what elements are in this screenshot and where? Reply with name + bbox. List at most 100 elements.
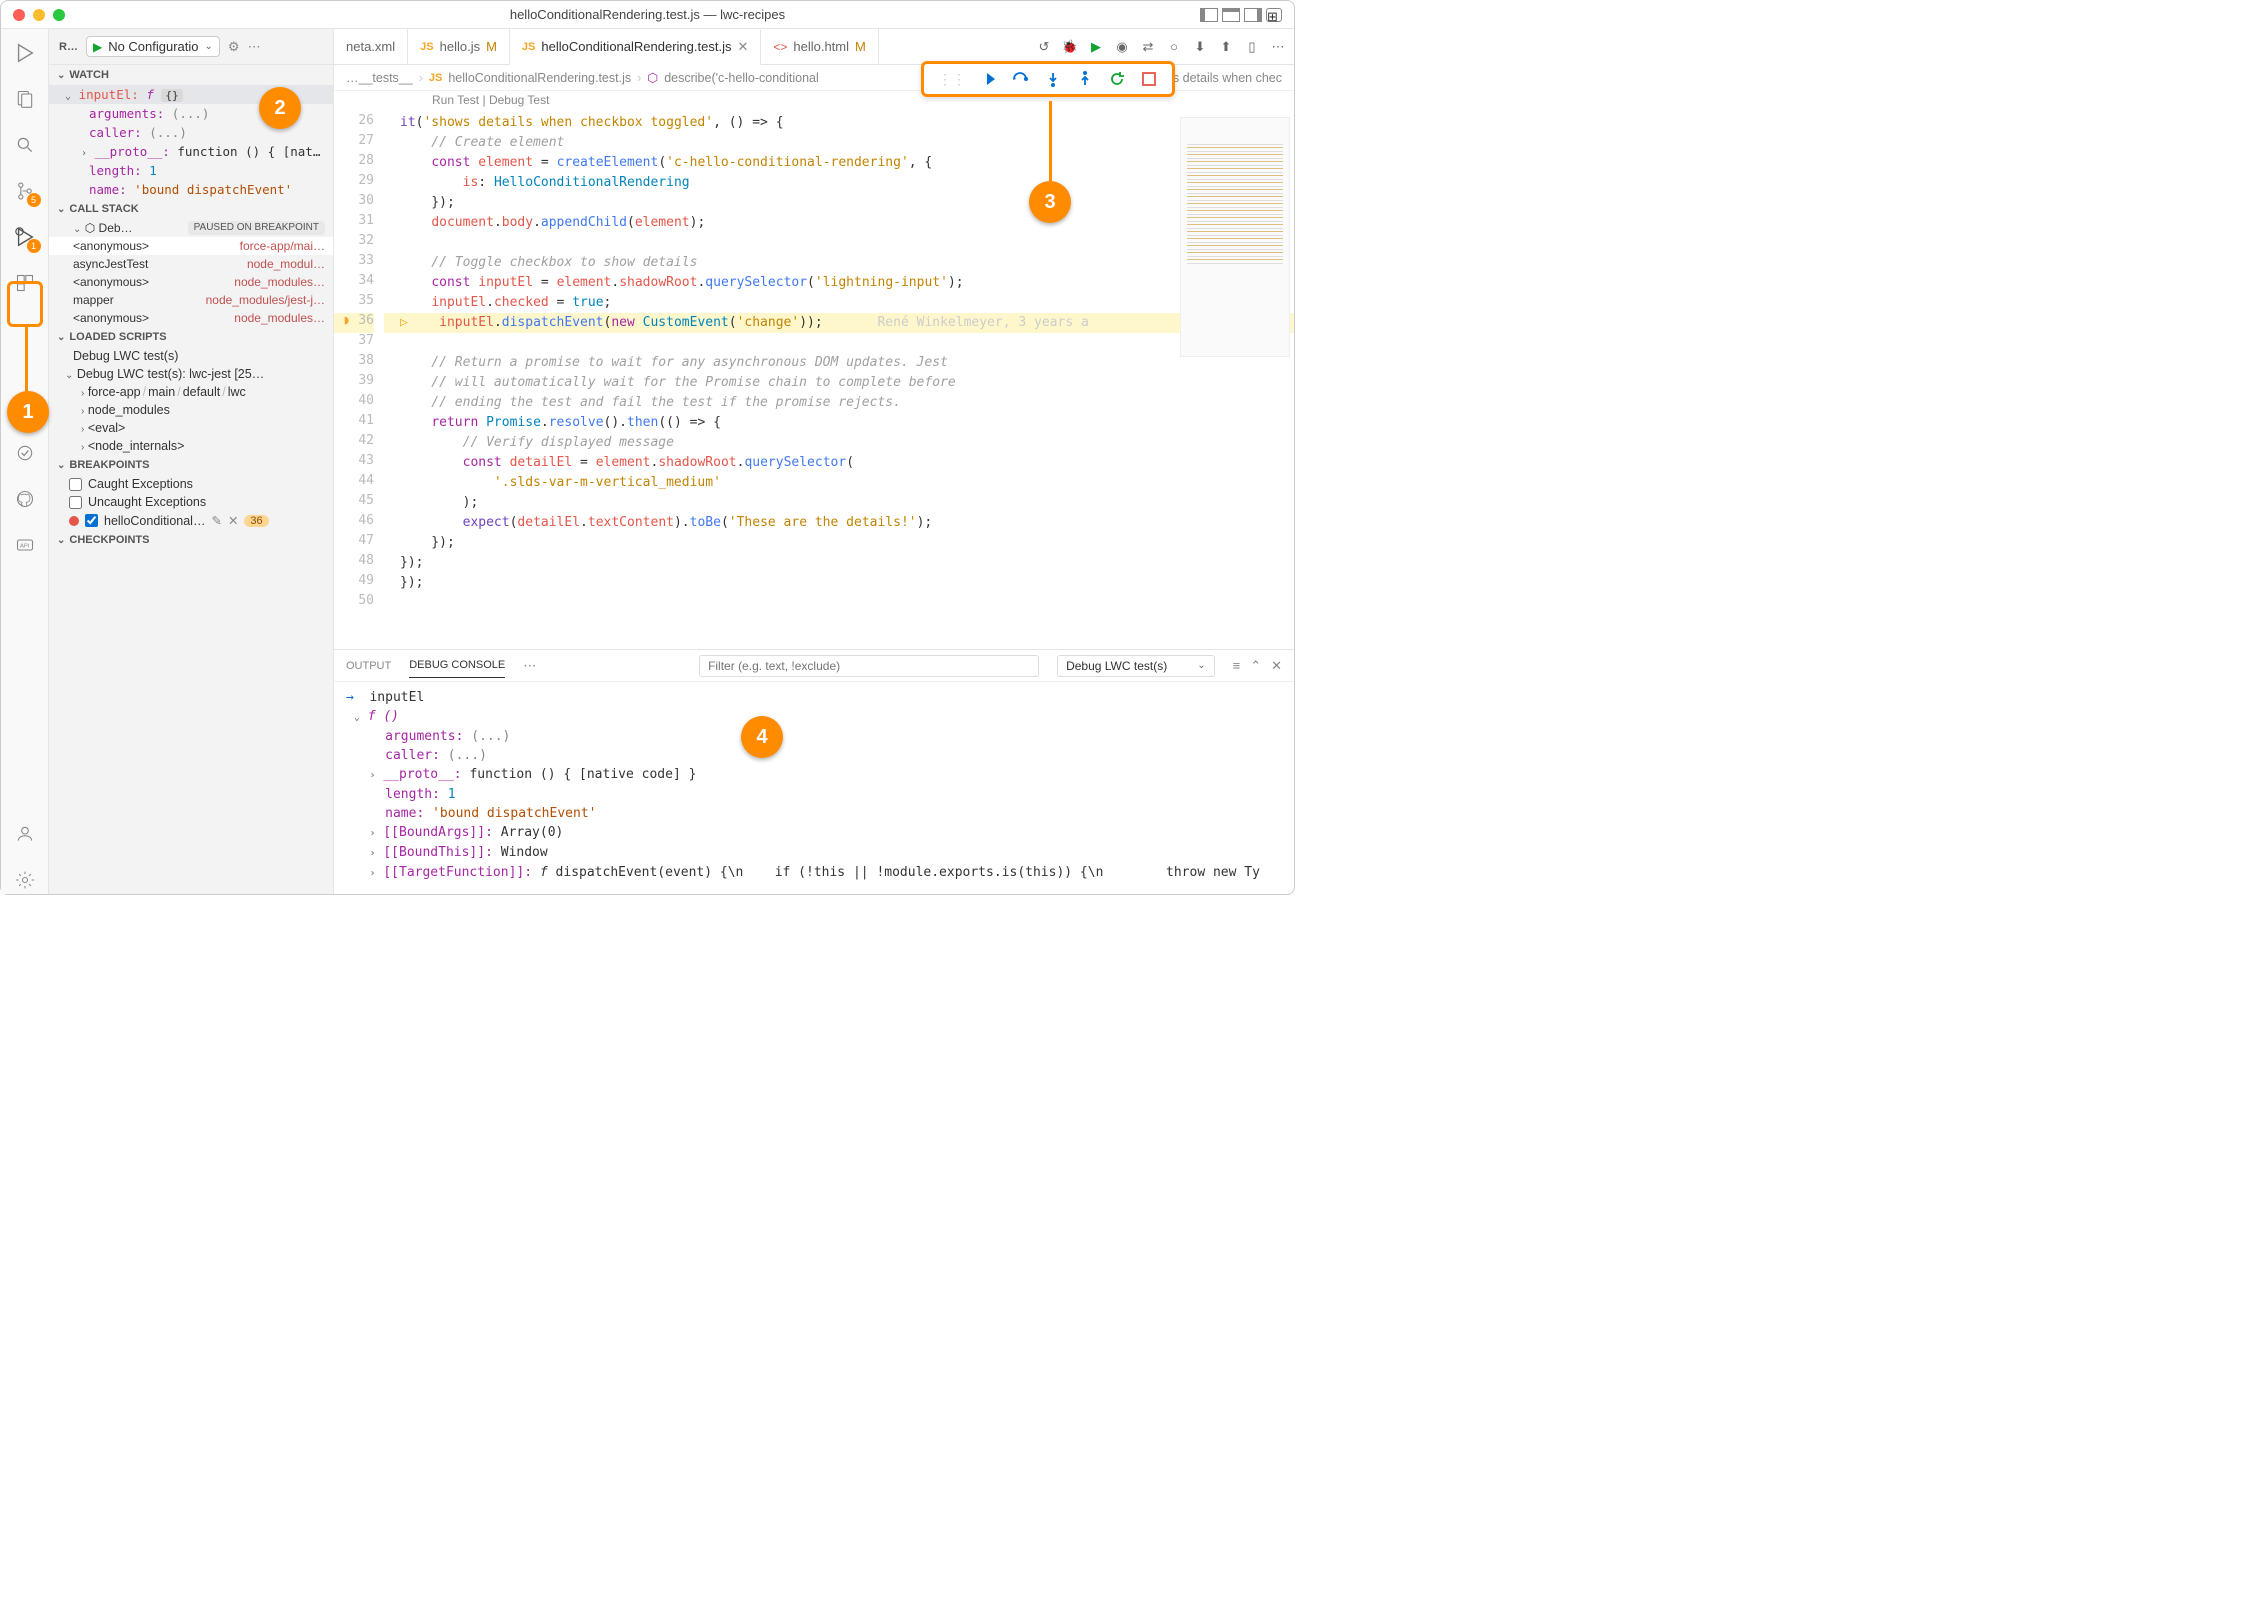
loaded-script[interactable]: › force-app/main/default/lwc	[49, 383, 333, 401]
tab-test-js[interactable]: JS helloConditionalRendering.test.js ✕	[510, 30, 761, 65]
clear-icon[interactable]: ≡	[1233, 658, 1241, 674]
retrieve-icon[interactable]: ⬇	[1192, 39, 1208, 55]
maximize-window-button[interactable]	[53, 9, 65, 21]
stack-frame[interactable]: <anonymous> force-app/mai…	[49, 237, 333, 255]
settings-icon[interactable]	[11, 866, 39, 894]
chevron-down-icon: ⌄	[205, 41, 213, 52]
loaded-script[interactable]: › <node_internals>	[49, 437, 333, 455]
line-gutter[interactable]: 26272829303132333435◗ 363738394041424344…	[334, 113, 384, 649]
svg-text:API: API	[20, 544, 30, 550]
checkpoints-header[interactable]: ⌄Checkpoints	[49, 530, 333, 550]
breakpoint-row[interactable]: Uncaught Exceptions	[49, 493, 333, 511]
extensions-icon[interactable]	[11, 269, 39, 297]
breakpoint-dot-icon	[69, 516, 79, 526]
more-actions-icon[interactable]: ○	[1166, 39, 1182, 55]
test-icon[interactable]	[11, 439, 39, 467]
bug-icon[interactable]: 🐞	[1062, 39, 1078, 55]
filter-input[interactable]	[699, 655, 1039, 677]
watch-item[interactable]: length: 1	[49, 161, 333, 180]
caught-checkbox[interactable]	[69, 478, 82, 491]
debug-thread[interactable]: ⌄ ⬡ Deb… PAUSED ON BREAKPOINT	[49, 219, 333, 237]
loaded-script[interactable]: › node_modules	[49, 401, 333, 419]
tab-hello-html[interactable]: <> hello.html M	[761, 29, 879, 64]
loaded-script[interactable]: ⌄ Debug LWC test(s): lwc-jest [25…	[49, 365, 333, 383]
stack-frame[interactable]: <anonymous> node_modules…	[49, 309, 333, 327]
step-into-button[interactable]	[1044, 70, 1062, 88]
step-over-button[interactable]	[1012, 70, 1030, 88]
eye-icon[interactable]: ◉	[1114, 39, 1130, 55]
watch-item[interactable]: › __proto__: function () { [nat…	[49, 142, 333, 161]
tab-meta-xml[interactable]: neta.xml	[334, 29, 408, 64]
debug-test-link[interactable]: Debug Test	[489, 93, 550, 107]
panel-right-icon[interactable]	[1244, 8, 1262, 22]
scm-badge: 5	[27, 193, 41, 207]
run-icon[interactable]: ▶	[1088, 39, 1104, 55]
close-panel-icon[interactable]: ✕	[1271, 658, 1282, 674]
watch-item[interactable]: name: 'bound dispatchEvent'	[49, 180, 333, 199]
panel-left-icon[interactable]	[1200, 8, 1218, 22]
customize-layout-icon[interactable]: ⊞	[1266, 8, 1282, 22]
stack-frame[interactable]: <anonymous> node_modules…	[49, 273, 333, 291]
breakpoint-row[interactable]: Caught Exceptions	[49, 475, 333, 493]
play-icon: ▶	[93, 40, 102, 54]
tab-hello-js[interactable]: JS hello.js M	[408, 29, 510, 64]
callstack-section-header[interactable]: ⌄Call Stack	[49, 199, 333, 219]
breakpoint-row[interactable]: helloConditional… ✎✕ 36	[49, 511, 333, 530]
edit-icon[interactable]: ✎	[211, 513, 221, 528]
api-icon[interactable]: API	[11, 531, 39, 559]
config-name: No Configuratio	[108, 39, 198, 54]
step-out-button[interactable]	[1076, 70, 1094, 88]
collapse-icon[interactable]: ⌃	[1250, 658, 1261, 674]
js-icon: JS	[429, 72, 442, 84]
compare-icon[interactable]: ⇄	[1140, 39, 1156, 55]
drag-handle-icon[interactable]: ⋮⋮	[938, 71, 966, 88]
stack-frame[interactable]: asyncJestTest node_modul…	[49, 255, 333, 273]
editor-area: neta.xml JS hello.js M JS helloCondition…	[334, 29, 1294, 894]
close-icon[interactable]: ✕	[737, 39, 748, 55]
debug-config-select[interactable]: ▶ No Configuratio ⌄	[86, 36, 220, 57]
deploy-icon[interactable]: ⬆	[1218, 39, 1234, 55]
debug-sidebar: R… ▶ No Configuratio ⌄ ⚙ ⋯ ⌄Watch ⌄ inpu…	[49, 29, 334, 894]
debug-badge: 1	[27, 239, 41, 253]
stack-frame[interactable]: mapper node_modules/jest-j…	[49, 291, 333, 309]
paused-badge: PAUSED ON BREAKPOINT	[188, 221, 325, 235]
uncaught-checkbox[interactable]	[69, 496, 82, 509]
debug-toolbar: ⋮⋮	[921, 61, 1175, 97]
more-icon[interactable]: ⋯	[523, 658, 536, 674]
loaded-script[interactable]: Debug LWC test(s)	[49, 347, 333, 365]
more-icon[interactable]: ⋯	[248, 39, 261, 55]
continue-button[interactable]	[980, 70, 998, 88]
panel-bottom-icon[interactable]	[1222, 8, 1240, 22]
window-title: helloConditionalRendering.test.js — lwc-…	[510, 7, 785, 22]
output-tab[interactable]: Output	[346, 654, 391, 678]
session-select[interactable]: Debug LWC test(s)⌄	[1057, 655, 1215, 677]
close-window-button[interactable]	[13, 9, 25, 21]
breakpoints-header[interactable]: ⌄Breakpoints	[49, 455, 333, 475]
debug-icon[interactable]: 1	[11, 223, 39, 251]
minimap[interactable]	[1180, 117, 1290, 357]
accounts-icon[interactable]	[11, 820, 39, 848]
loaded-scripts-header[interactable]: ⌄Loaded Scripts	[49, 327, 333, 347]
callout-2: 2	[259, 87, 301, 129]
file-bp-checkbox[interactable]	[85, 514, 98, 527]
history-icon[interactable]: ↺	[1036, 39, 1052, 55]
gear-icon[interactable]: ⚙	[228, 39, 240, 55]
run-test-link[interactable]: Run Test	[432, 93, 479, 107]
restart-button[interactable]	[1108, 70, 1126, 88]
github-icon[interactable]	[11, 485, 39, 513]
breakpoint-line-badge: 36	[244, 515, 268, 527]
debug-console-output[interactable]: → inputEl ⌄ f () arguments: (...) caller…	[334, 682, 1294, 894]
minimize-window-button[interactable]	[33, 9, 45, 21]
run-debug-icon[interactable]	[11, 39, 39, 67]
more-icon[interactable]: ⋯	[1270, 39, 1286, 55]
remove-icon[interactable]: ✕	[228, 513, 238, 528]
source-control-icon[interactable]: 5	[11, 177, 39, 205]
code-editor[interactable]: it('shows details when checkbox toggled'…	[384, 113, 1294, 649]
explorer-icon[interactable]	[11, 85, 39, 113]
watch-section-header[interactable]: ⌄Watch	[49, 65, 333, 85]
search-icon[interactable]	[11, 131, 39, 159]
stop-button[interactable]	[1140, 70, 1158, 88]
split-icon[interactable]: ▯	[1244, 39, 1260, 55]
loaded-script[interactable]: › <eval>	[49, 419, 333, 437]
debug-console-tab[interactable]: Debug Console	[409, 653, 505, 678]
